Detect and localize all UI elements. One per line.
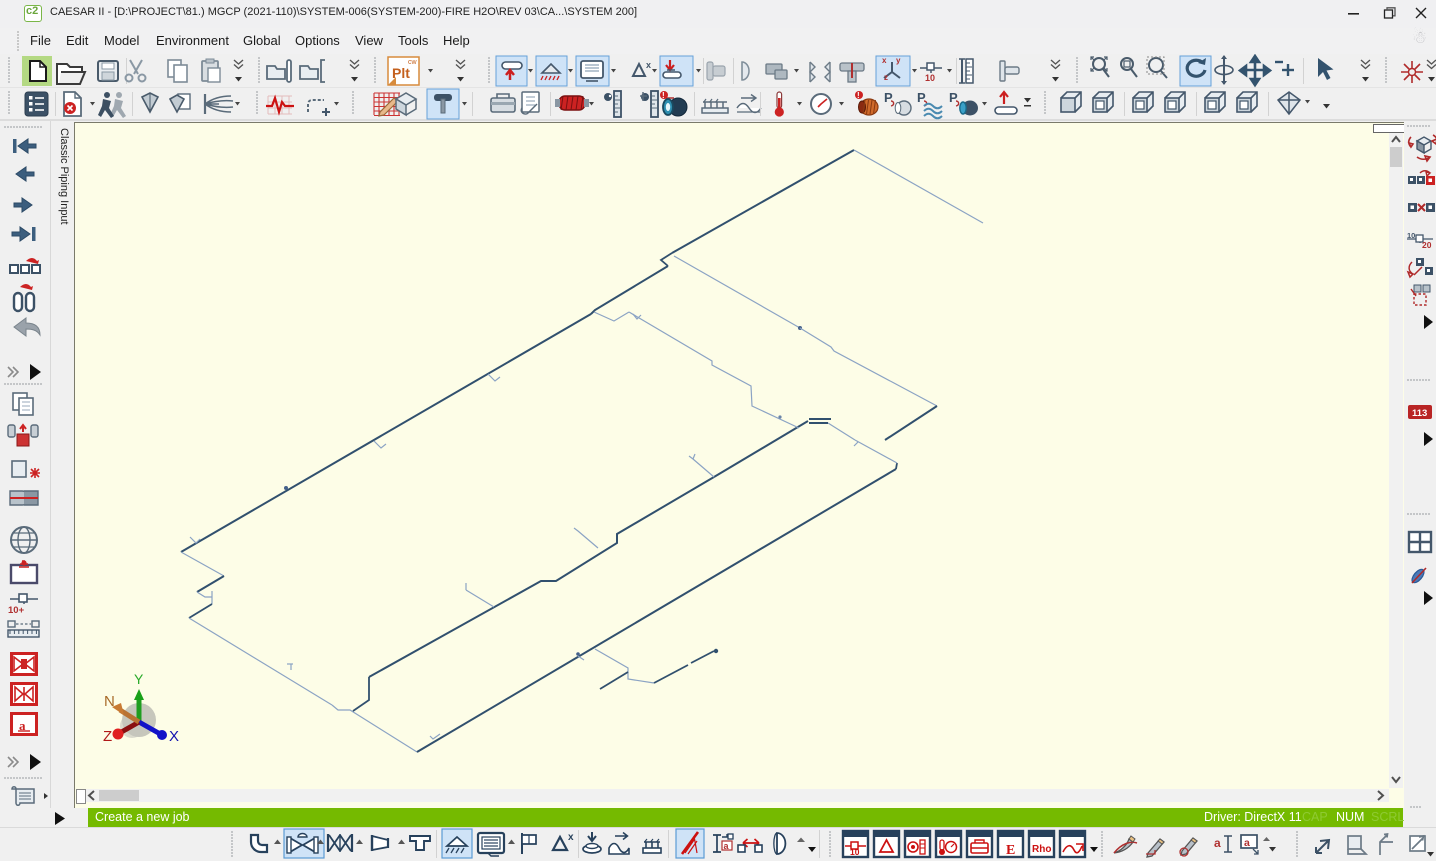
svg-text:y: y (896, 56, 901, 65)
svg-text:Rho: Rho (1032, 844, 1051, 855)
svg-text:N: N (104, 693, 115, 710)
svg-text:x: x (646, 60, 651, 70)
svg-text:z: z (884, 73, 888, 82)
svg-text:X: X (169, 728, 179, 745)
svg-text:10: 10 (1407, 231, 1415, 240)
svg-text:P: P (884, 90, 893, 105)
svg-text:P: P (917, 90, 926, 105)
svg-text:!: ! (857, 91, 860, 100)
svg-text:10+: 10+ (8, 605, 25, 616)
svg-text:P: P (949, 90, 958, 105)
svg-text:10: 10 (925, 73, 935, 83)
svg-text:10: 10 (850, 847, 860, 857)
svg-text:a: a (1214, 836, 1221, 850)
svg-text:Y: Y (134, 671, 144, 687)
svg-text:x: x (882, 56, 887, 65)
svg-text:a: a (1244, 837, 1250, 849)
svg-text:x: x (568, 832, 574, 843)
svg-text:Plt: Plt (392, 65, 410, 81)
svg-text:Z: Z (103, 728, 112, 745)
svg-text:!: ! (662, 91, 665, 100)
svg-text:cw: cw (408, 59, 418, 66)
svg-text:E: E (1006, 843, 1015, 858)
svg-text:20: 20 (1422, 240, 1432, 250)
svg-text:113: 113 (1412, 408, 1427, 419)
